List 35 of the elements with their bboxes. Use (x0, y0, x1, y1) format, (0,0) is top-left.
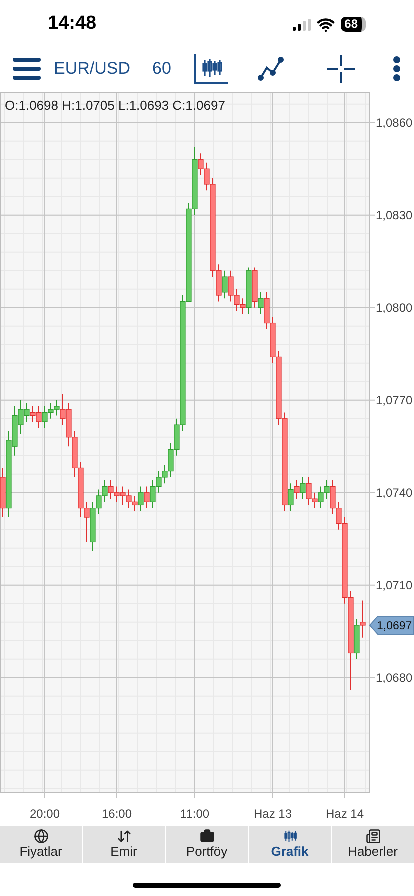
price-axis-label: 1,0770 (376, 393, 413, 408)
price-axis-label: 1,0740 (376, 486, 413, 500)
wifi-icon (316, 16, 335, 34)
price-axis-label: 1,0830 (376, 208, 413, 222)
symbol-selector[interactable]: EUR/USD (54, 56, 131, 82)
up-down-arrows-icon (116, 829, 132, 844)
tab[interactable]: Grafik (249, 826, 331, 863)
menu-icon[interactable] (13, 58, 41, 80)
status-time: 14:48 (48, 12, 97, 36)
time-axis-label: 11:00 (180, 807, 210, 821)
line-chart-icon[interactable] (258, 56, 284, 80)
interval-selector[interactable]: 60 (152, 56, 172, 82)
signal-icon (292, 18, 311, 30)
price-axis-label: 1,0710 (376, 578, 413, 592)
price-axis-label: 1,0860 (376, 116, 413, 130)
tab[interactable]: Emir (83, 826, 165, 863)
price-axis-label: 1,0800 (376, 300, 413, 315)
time-axis-label: Haz 13 (254, 807, 292, 821)
time-axis-label: 16:00 (102, 807, 132, 821)
candlestick-icon (282, 829, 298, 844)
time-axis-label: 20:00 (30, 807, 60, 821)
more-icon[interactable] (393, 56, 401, 82)
crosshair-icon[interactable] (327, 54, 356, 82)
tab[interactable]: Fiyatlar (0, 826, 82, 863)
newspaper-icon (366, 829, 380, 844)
tab[interactable]: Portföy (166, 826, 248, 863)
price-axis-label: 1,0680 (376, 670, 413, 685)
ohlc-readout: O:1.0698 H:1.0705 L:1.0693 C:1.0697 (5, 98, 226, 113)
briefcase-icon (200, 829, 214, 844)
tab[interactable]: Haberler (332, 826, 414, 863)
chart-type-button[interactable] (194, 54, 228, 84)
globe-icon (34, 829, 48, 844)
battery-indicator: 68 (340, 17, 366, 32)
time-axis-label: Haz 14 (326, 807, 364, 821)
last-price-tag: 1,0697 (369, 616, 414, 635)
